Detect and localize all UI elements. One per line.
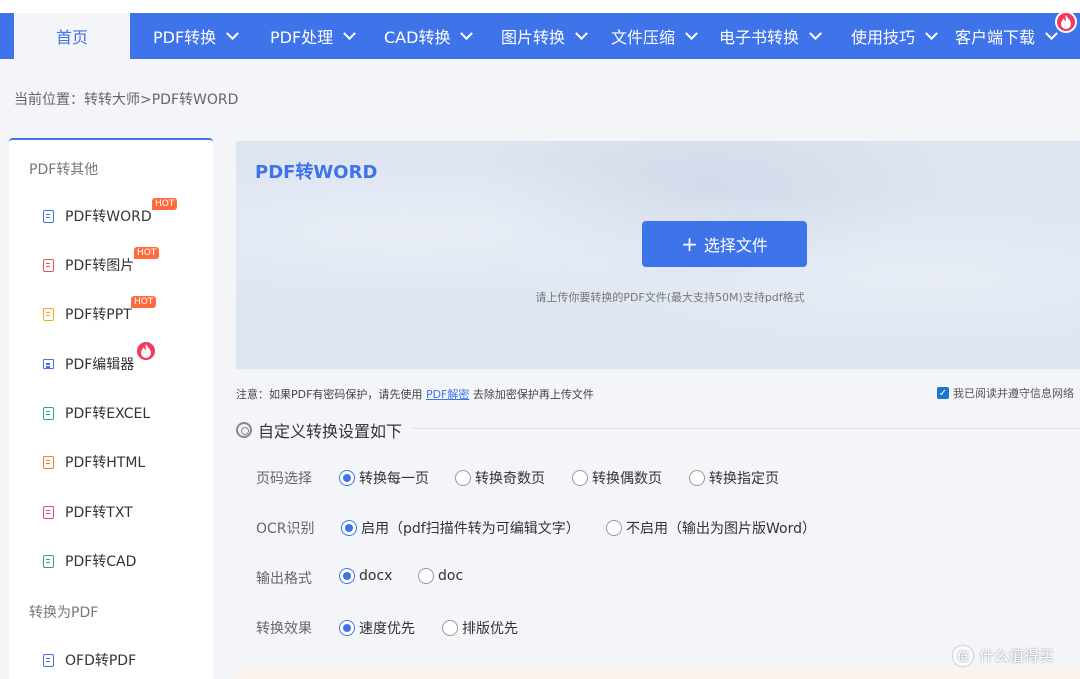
radio-ocr-enable[interactable]: 启用（pdf扫描件转为可编辑文字） (341, 518, 580, 538)
ppt-file-icon (43, 307, 54, 321)
agree-terms[interactable]: ✓ 我已阅读并遵守信息网络 (937, 385, 1074, 401)
sidebar-group-to-pdf: 转换为PDF (29, 605, 99, 621)
nav-cad-convert[interactable]: CAD转换 (384, 13, 474, 59)
sidebar-item-ofd-to-pdf[interactable]: OFD转PDF (43, 648, 136, 672)
sidebar-item-pdf-to-excel[interactable]: PDF转EXCEL (43, 401, 150, 425)
nav-home[interactable]: 首页 (14, 13, 130, 59)
chevron-down-icon (1045, 26, 1058, 40)
radio-format-doc[interactable]: doc (418, 568, 463, 584)
excel-file-icon (43, 406, 54, 420)
settings-header: 自定义转换设置如下 (236, 418, 402, 442)
sidebar-item-pdf-editor[interactable]: PDF编辑器 (43, 340, 157, 376)
monitor-icon (43, 359, 54, 369)
nav-file-compress[interactable]: 文件压缩 (611, 13, 698, 59)
txt-file-icon (43, 505, 54, 519)
upload-hint: 请上传你要转换的PDF文件(最大支持50M)支持pdf格式 (535, 291, 805, 304)
upload-title: PDF转WORD (255, 162, 378, 183)
sidebar-group-pdf-to-other: PDF转其他 (29, 162, 99, 178)
watermark: 值 什么值得买 (953, 645, 1054, 666)
nav-tips[interactable]: 使用技巧 (851, 13, 938, 59)
sidebar-item-pdf-to-txt[interactable]: PDF转TXT (43, 500, 133, 524)
chevron-down-icon (226, 26, 240, 40)
nav-image-convert[interactable]: 图片转换 (501, 13, 588, 59)
radio-speed-first[interactable]: 速度优先 (339, 618, 415, 638)
radio-convert-every-page[interactable]: 转换每一页 (339, 468, 429, 488)
radio-format-docx[interactable]: docx (339, 568, 392, 584)
nav-client-download[interactable]: 客户端下载 (955, 13, 1058, 59)
plus-icon: + (681, 232, 698, 256)
top-strip (0, 0, 1080, 13)
output-format-label: 输出格式 (256, 571, 312, 587)
chevron-down-icon (460, 26, 474, 40)
page-select-label: 页码选择 (256, 471, 312, 487)
radio-unselected-icon[interactable] (418, 568, 434, 584)
radio-unselected-icon[interactable] (442, 620, 458, 636)
document-icon (43, 209, 54, 223)
sidebar-item-pdf-to-ppt[interactable]: PDF转PPT HOT (43, 296, 157, 326)
chevron-down-icon (685, 26, 698, 40)
settings-divider (412, 428, 1080, 429)
main-nav: 首页 PDF转换 PDF处理 CAD转换 图片转换 文件压缩 电子书转换 使用技… (0, 11, 1080, 59)
nav-ebook-convert[interactable]: 电子书转换 (719, 13, 822, 59)
radio-unselected-icon[interactable] (689, 470, 705, 486)
chevron-down-icon (925, 26, 938, 40)
effect-label: 转换效果 (256, 621, 312, 637)
radio-unselected-icon[interactable] (606, 520, 622, 536)
radio-convert-odd-pages[interactable]: 转换奇数页 (455, 468, 545, 488)
radio-layout-first[interactable]: 排版优先 (442, 618, 518, 638)
nav-pdf-process[interactable]: PDF处理 (270, 13, 357, 59)
upload-panel[interactable]: PDF转WORD + 选择文件 请上传你要转换的PDF文件(最大支持50M)支持… (236, 141, 1080, 369)
radio-selected-icon[interactable] (341, 520, 357, 536)
hot-badge: HOT (131, 296, 157, 308)
nav-pdf-convert[interactable]: PDF转换 (153, 13, 240, 59)
cad-file-icon (43, 554, 54, 568)
radio-selected-icon[interactable] (339, 620, 355, 636)
fire-icon (135, 340, 157, 362)
smzdm-logo-icon: 值 (953, 645, 973, 666)
radio-convert-even-pages[interactable]: 转换偶数页 (572, 468, 662, 488)
image-file-icon (43, 258, 54, 272)
breadcrumb: 当前位置：转转大师>PDF转WORD (14, 92, 239, 108)
sidebar-item-pdf-to-html[interactable]: PDF转HTML (43, 450, 145, 474)
hot-badge: HOT (134, 247, 160, 259)
checkbox-checked-icon[interactable]: ✓ (937, 387, 949, 399)
html-file-icon (43, 455, 54, 469)
hot-badge: HOT (152, 198, 178, 210)
sidebar: PDF转其他 PDF转WORD HOT PDF转图片 HOT PDF转PPT H… (9, 138, 213, 679)
radio-selected-icon[interactable] (339, 470, 355, 486)
sidebar-item-pdf-to-cad[interactable]: PDF转CAD (43, 549, 136, 573)
chevron-down-icon (575, 26, 588, 40)
sidebar-item-pdf-to-image[interactable]: PDF转图片 HOT (43, 247, 160, 277)
password-note: 注意：如果PDF有密码保护，请先使用 PDF解密 去除加密保护再上传文件 (236, 388, 594, 401)
chevron-down-icon (809, 26, 822, 40)
chevron-down-icon (343, 26, 357, 40)
radio-unselected-icon[interactable] (455, 470, 471, 486)
pdf-decrypt-link[interactable]: PDF解密 (426, 388, 469, 401)
ocr-label: OCR识别 (256, 521, 315, 537)
radio-selected-icon[interactable] (339, 568, 355, 584)
fire-icon (1055, 11, 1077, 33)
sidebar-item-pdf-to-word[interactable]: PDF转WORD HOT (43, 198, 178, 228)
radio-unselected-icon[interactable] (572, 470, 588, 486)
radio-convert-specified-pages[interactable]: 转换指定页 (689, 468, 779, 488)
ofd-file-icon (43, 653, 54, 667)
select-file-button[interactable]: + 选择文件 (642, 221, 807, 267)
gear-icon (236, 422, 252, 438)
radio-ocr-disable[interactable]: 不启用（输出为图片版Word） (606, 518, 816, 538)
bottom-strip (236, 668, 1080, 679)
